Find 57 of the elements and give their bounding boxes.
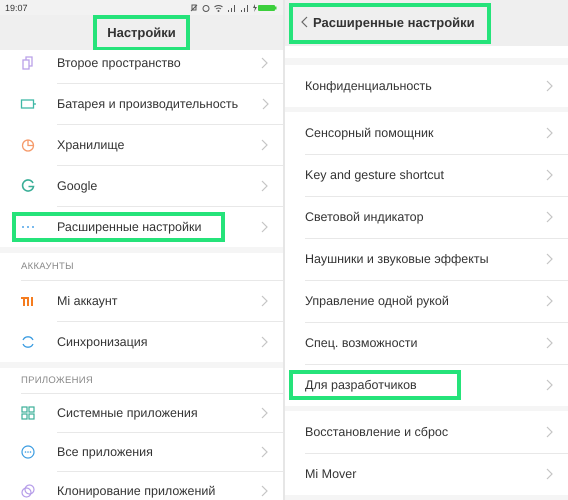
chevron-icon <box>261 180 269 192</box>
setting-label: Батарея и производительность <box>57 96 238 110</box>
section-header: ПРИЛОЖЕНИЯ <box>20 374 94 388</box>
setting-label: Конфиденциальность <box>305 79 432 93</box>
chevron-icon <box>546 426 554 438</box>
g-logo-icon <box>20 178 36 194</box>
chevron-icon <box>546 253 554 265</box>
clone-icon <box>20 482 36 498</box>
setting-label: Google <box>57 178 98 192</box>
chevron-icon <box>546 169 554 181</box>
chevron-icon <box>261 336 269 348</box>
chevron-icon <box>262 98 270 110</box>
setting-label: Системные приложения <box>57 406 198 420</box>
chevron-icon <box>261 56 269 68</box>
sync-icon <box>20 334 36 350</box>
setting-label: Расширенные настройки <box>57 220 202 234</box>
wifi-icon <box>214 4 223 12</box>
section-header: АККАУНТЫ <box>20 260 75 274</box>
chevron-icon <box>261 484 269 496</box>
setting-label: Световой индикатор <box>305 210 424 224</box>
setting-label: Сенсорный помощник <box>305 126 434 140</box>
chevron-icon <box>261 406 269 418</box>
setting-label: Key and gesture shortcut <box>305 168 444 182</box>
grid-icon <box>20 404 36 420</box>
setting-label: Спец. возможности <box>305 336 418 350</box>
back-icon[interactable] <box>301 16 309 28</box>
chevron-icon <box>546 337 554 349</box>
status-time: 19:07 <box>5 2 28 12</box>
chevron-icon <box>546 379 554 391</box>
setting-label: Управление одной рукой <box>305 294 449 308</box>
chevron-icon <box>261 138 269 150</box>
setting-label: Mi Mover <box>305 467 356 481</box>
setting-label: Клонирование приложений <box>57 484 216 498</box>
silent-icon <box>190 4 198 12</box>
chevron-icon <box>546 127 554 139</box>
setting-label: Второе пространство <box>57 56 181 70</box>
chevron-icon <box>261 446 269 458</box>
pie-chart-icon <box>20 136 36 152</box>
chevron-icon <box>546 80 554 92</box>
signal-icon <box>227 4 236 12</box>
setting-label: Для разработчиков <box>305 378 417 392</box>
chevron-icon <box>261 294 269 306</box>
setting-label: Восстановление и сброс <box>305 425 448 439</box>
chevron-icon <box>546 211 554 223</box>
chevron-icon <box>546 468 554 480</box>
setting-label: Все приложения <box>57 444 153 458</box>
screen-title: Расширенные настройки <box>313 14 475 30</box>
chevron-icon <box>546 295 554 307</box>
setting-label: Синхронизация <box>57 334 148 348</box>
setting-label: Хранилище <box>57 138 124 152</box>
more-icon <box>20 444 36 460</box>
battery-icon <box>253 4 277 12</box>
signal-icon <box>240 4 249 12</box>
setting-label: Наушники и звуковые эффекты <box>305 252 489 266</box>
setting-label: Mi аккаунт <box>57 294 118 308</box>
chevron-icon <box>261 220 269 232</box>
dots-icon <box>20 224 36 228</box>
